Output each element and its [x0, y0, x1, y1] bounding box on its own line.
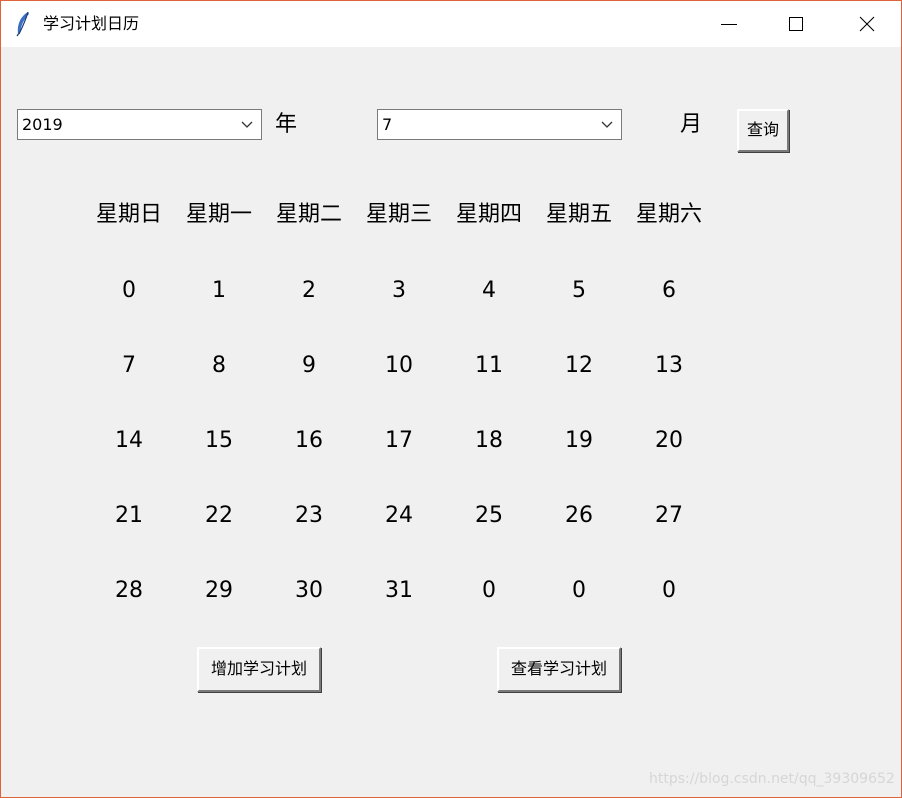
day-cell: 23: [295, 503, 323, 528]
weekday-header: 星期日: [95, 202, 162, 227]
day-cell: 30: [295, 578, 323, 603]
year-label: 年: [275, 112, 298, 137]
month-select-value: 7: [382, 115, 393, 134]
year-select-value: 2019: [22, 115, 63, 134]
day-cell: 21: [115, 503, 143, 528]
feather-icon: [15, 11, 33, 37]
day-cell: 1: [212, 278, 226, 303]
day-cell: 14: [115, 428, 143, 453]
minimize-button[interactable]: [706, 1, 752, 47]
day-cell: 0: [122, 278, 136, 303]
day-cell: 2: [302, 278, 316, 303]
weekday-header: 星期四: [455, 202, 522, 227]
day-cell: 13: [655, 353, 683, 378]
day-cell: 0: [572, 578, 586, 603]
query-button[interactable]: 查询: [737, 109, 789, 152]
day-cell: 0: [482, 578, 496, 603]
weekday-header: 星期五: [545, 202, 612, 227]
day-cell: 7: [122, 353, 136, 378]
day-cell: 18: [475, 428, 503, 453]
day-cell: 8: [212, 353, 226, 378]
day-cell: 25: [475, 503, 503, 528]
maximize-button[interactable]: [773, 1, 819, 47]
day-cell: 15: [205, 428, 233, 453]
view-plan-button[interactable]: 查看学习计划: [497, 647, 621, 692]
chevron-down-icon[interactable]: [601, 121, 613, 129]
weekday-header: 星期六: [635, 202, 702, 227]
day-cell: 4: [482, 278, 496, 303]
day-cell: 31: [385, 578, 413, 603]
day-cell: 17: [385, 428, 413, 453]
window-title: 学习计划日历: [43, 14, 140, 33]
weekday-header: 星期二: [275, 202, 342, 227]
maximize-icon: [789, 17, 803, 31]
day-cell: 0: [662, 578, 676, 603]
minimize-icon: [721, 24, 737, 25]
app-window: 学习计划日历 2019 年 7 月 查询 星期日 星期一 星期二 星期三 星期四…: [0, 0, 902, 798]
month-label: 月: [680, 112, 703, 137]
day-cell: 6: [662, 278, 676, 303]
year-select[interactable]: 2019: [17, 109, 262, 140]
title-bar[interactable]: 学习计划日历: [1, 1, 901, 47]
day-cell: 3: [392, 278, 406, 303]
day-cell: 16: [295, 428, 323, 453]
watermark: https://blog.csdn.net/qq_39309652: [649, 771, 895, 787]
day-cell: 27: [655, 503, 683, 528]
close-button[interactable]: [844, 1, 890, 47]
close-icon: [859, 16, 875, 32]
day-cell: 26: [565, 503, 593, 528]
day-cell: 11: [475, 353, 503, 378]
day-cell: 12: [565, 353, 593, 378]
weekday-header: 星期三: [365, 202, 432, 227]
day-cell: 10: [385, 353, 413, 378]
chevron-down-icon[interactable]: [241, 121, 253, 129]
weekday-header: 星期一: [185, 202, 252, 227]
day-cell: 28: [115, 578, 143, 603]
day-cell: 5: [572, 278, 586, 303]
day-cell: 29: [205, 578, 233, 603]
day-cell: 19: [565, 428, 593, 453]
day-cell: 9: [302, 353, 316, 378]
day-cell: 22: [205, 503, 233, 528]
add-plan-button[interactable]: 增加学习计划: [197, 647, 321, 692]
day-cell: 24: [385, 503, 413, 528]
day-cell: 20: [655, 428, 683, 453]
month-select[interactable]: 7: [377, 109, 622, 140]
